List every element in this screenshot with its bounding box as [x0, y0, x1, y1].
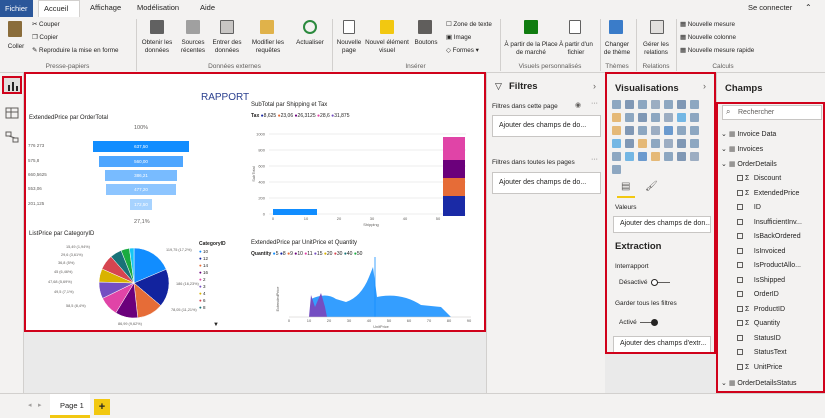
menu-tab-bar: Fichier Accueil Affichage Modélisation A… [0, 0, 825, 17]
filter-funnel-icon: ▽ [495, 81, 502, 91]
data-view-icon[interactable] [5, 107, 19, 119]
report-view-button[interactable] [2, 76, 22, 94]
tab-home-label: Accueil [44, 4, 69, 13]
filters-title: Filtres [509, 81, 538, 92]
calculations-group-label: Calculs [712, 63, 734, 70]
sign-in-link[interactable]: Se connecter [748, 3, 792, 12]
themes-group-label: Thèmes [605, 63, 629, 70]
eye-icon[interactable]: ◉ [575, 101, 581, 109]
quick-measure-icon: ▦ [680, 47, 686, 54]
tab-home[interactable]: Accueil [38, 0, 80, 17]
chevron-right-icon[interactable]: › [593, 81, 596, 91]
file-icon [569, 20, 581, 34]
prev-page-icon[interactable]: ◂ [28, 401, 32, 409]
new-measure-label: Nouvelle mesure [687, 21, 735, 28]
enter-data-button[interactable]: Entrer des données [210, 39, 244, 54]
bar-chart-icon [8, 82, 18, 91]
tab-view[interactable]: Affichage [90, 3, 121, 12]
image-icon: ▣ [446, 34, 452, 41]
from-file-button[interactable]: À partir d'un fichier [557, 41, 595, 56]
shapes-label: Formes [452, 47, 474, 54]
page-tab-page-1[interactable]: Page 1 [50, 394, 90, 418]
new-page-icon [343, 20, 355, 34]
more-options-icon[interactable]: ··· [591, 156, 598, 163]
new-page-button[interactable]: Nouvelle page [334, 39, 364, 54]
new-quick-measure-label: Nouvelle mesure rapide [687, 47, 755, 54]
get-data-button[interactable]: Obtenir les données [138, 39, 176, 54]
manage-relationships-button[interactable]: Gérer les relations [638, 41, 674, 56]
insert-group-label: Insérer [405, 63, 426, 70]
format-painter-label: Reproduire la mise en forme [39, 47, 119, 54]
image-label: Image [453, 34, 472, 41]
relationships-group-label: Relations [642, 63, 670, 70]
buttons-icon [418, 20, 432, 34]
filters-all-pages-label: Filtres dans toutes les pages [492, 159, 575, 166]
marketplace-icon [524, 20, 538, 34]
tab-file-label: Fichier [5, 4, 28, 13]
recent-sources-icon [186, 20, 200, 34]
divider [676, 19, 677, 71]
new-visual-icon [380, 20, 394, 34]
database-icon [150, 20, 164, 34]
text-box-button[interactable]: ☐ Zone de texte [446, 21, 492, 29]
cut-button[interactable]: ✂ Couper [32, 21, 60, 29]
clipboard-group-label: Presse-papiers [45, 63, 90, 70]
theme-icon [609, 20, 623, 34]
paste-button[interactable]: Coller [2, 43, 30, 51]
filters-all-pages-drop-zone[interactable]: Ajouter des champs de do... [492, 172, 601, 194]
switch-theme-button[interactable]: Changer de thème [601, 41, 633, 56]
buttons-button[interactable]: Boutons [410, 39, 442, 47]
cut-label: Couper [39, 21, 60, 28]
new-visual-button[interactable]: Nouvel élément visuel [365, 39, 409, 54]
cut-icon: ✂ [32, 21, 38, 28]
from-marketplace-button[interactable]: À partir de la Place de marché [504, 41, 558, 56]
tab-modeling[interactable]: Modélisation [137, 3, 179, 12]
calculator-icon: ▦ [680, 21, 686, 28]
new-measure-button[interactable]: ▦ Nouvelle mesure [680, 21, 735, 29]
more-options-icon[interactable]: ··· [591, 100, 598, 107]
edit-queries-button[interactable]: Modifier les requêtes [247, 39, 289, 54]
divider [636, 19, 637, 71]
external-data-group-label: Données externes [208, 63, 261, 70]
image-button[interactable]: ▣ Image [446, 34, 471, 42]
view-switcher [0, 73, 24, 393]
page-tabs-bar: ◂ ▸ Page 1 + [0, 393, 825, 418]
fields-list-highlight [716, 102, 825, 393]
report-canvas-highlight [24, 72, 486, 332]
filters-pane: ▽ Filtres › Filtres dans cette page ◉ ··… [486, 73, 605, 393]
next-page-icon[interactable]: ▸ [38, 401, 42, 409]
tab-file[interactable]: Fichier [0, 0, 33, 17]
shapes-icon: ◇ [446, 47, 451, 54]
tab-help[interactable]: Aide [200, 3, 215, 12]
text-box-label: Zone de texte [453, 21, 492, 28]
model-view-icon[interactable] [5, 131, 19, 143]
column-icon: ▦ [680, 34, 686, 41]
new-column-label: Nouvelle colonne [687, 34, 737, 41]
paste-icon [8, 21, 22, 37]
refresh-button[interactable]: Actualiser [291, 39, 329, 47]
recent-sources-button[interactable]: Sources récentes [176, 39, 210, 54]
add-page-button[interactable]: + [94, 399, 110, 415]
table-icon [220, 20, 234, 34]
copy-button[interactable]: ❐ Copier [32, 34, 58, 42]
edit-queries-icon [260, 20, 274, 34]
relationships-icon [650, 20, 664, 34]
text-box-icon: ☐ [446, 21, 452, 28]
filters-this-page-label: Filtres dans cette page [492, 103, 558, 110]
refresh-icon [303, 20, 317, 34]
brush-icon: ✎ [32, 47, 38, 54]
new-quick-measure-button[interactable]: ▦ Nouvelle mesure rapide [680, 47, 754, 55]
filters-this-page-drop-zone[interactable]: Ajouter des champs de do... [492, 115, 601, 137]
format-painter-button[interactable]: ✎ Reproduire la mise en forme [32, 47, 118, 55]
custom-visuals-group-label: Visuels personnalisés [518, 63, 582, 70]
ribbon-collapse-icon[interactable]: ⌃ [805, 3, 812, 12]
ribbon: Coller ✂ Couper ❐ Copier ✎ Reproduire la… [0, 17, 825, 73]
page-tab-label: Page 1 [60, 401, 84, 410]
fields-title: Champs [725, 83, 763, 94]
visualizations-highlight [605, 72, 716, 354]
shapes-button[interactable]: ◇ Formes ▾ [446, 47, 479, 55]
copy-icon: ❐ [32, 34, 38, 41]
new-column-button[interactable]: ▦ Nouvelle colonne [680, 34, 736, 42]
copy-label: Copier [39, 34, 58, 41]
